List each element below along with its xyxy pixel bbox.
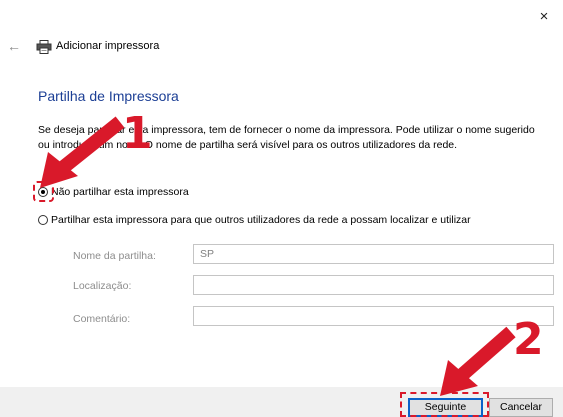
- arrow-1-icon: [40, 116, 125, 188]
- annotation-arrows: [40, 116, 516, 396]
- step-number-1: 1: [122, 108, 153, 159]
- arrow-2-icon: [440, 326, 516, 396]
- step-number-2: 2: [513, 314, 544, 365]
